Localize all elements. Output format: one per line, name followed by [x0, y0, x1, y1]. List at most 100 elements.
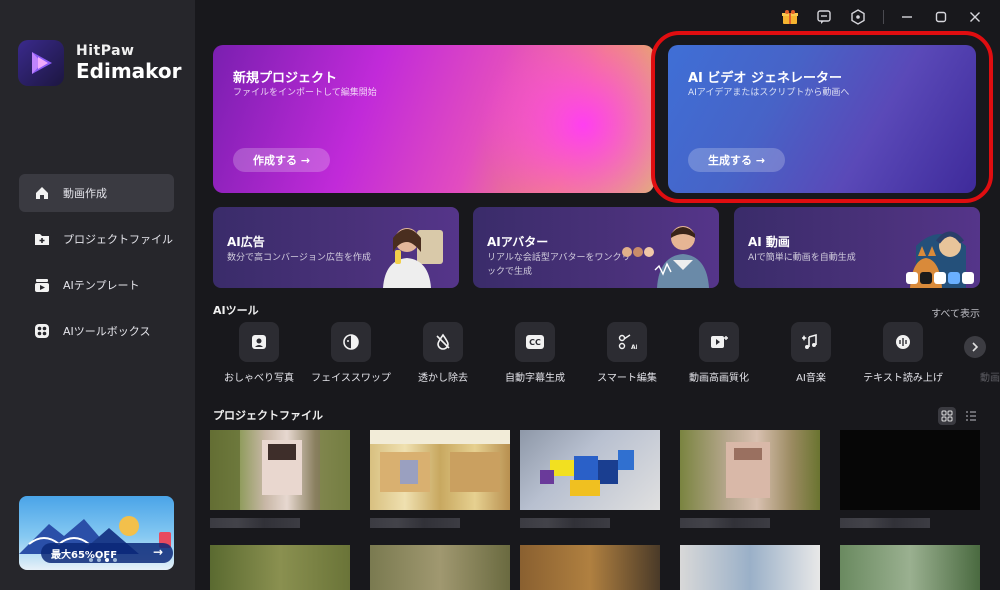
sidebar-item-ai-templates[interactable]: AIテンプレート: [19, 266, 174, 304]
tool-label: フェイススワップ: [311, 373, 391, 384]
sidebar-nav: 動画作成 プロジェクトファイル AIテンプレート AIツールボックス: [19, 174, 174, 358]
ai-avatar-subtitle: リアルな会話型アバターをワンクリックで生成: [487, 253, 631, 277]
thumbnail-image-icon: [210, 430, 350, 510]
ai-avatar-card[interactable]: AIアバター リアルな会話型アバターをワンクリックで生成: [473, 207, 719, 288]
highlight-ring: [651, 31, 993, 203]
ai-video-feature-title: AI 動画: [748, 235, 790, 249]
project-files-title: プロジェクトファイル: [213, 409, 323, 422]
brand-top: HitPaw: [76, 43, 135, 60]
folder-icon: [35, 234, 49, 245]
watermark-remove-icon: [423, 322, 463, 362]
video-enhance-icon: [699, 322, 739, 362]
app-logo: HitPaw Edimakor: [18, 40, 182, 86]
tool-talking-photo[interactable]: おしゃべり写真: [213, 322, 305, 385]
ai-video-card[interactable]: AI 動画 AIで簡単に動画を自動生成: [734, 207, 980, 288]
svg-text:AI: AI: [631, 344, 637, 351]
project-name-placeholder: [680, 518, 770, 528]
feedback-icon[interactable]: [813, 6, 835, 28]
text-to-speech-icon: [883, 322, 923, 362]
tool-label: テキスト読み上げ: [863, 373, 943, 384]
pager-dot[interactable]: [113, 558, 117, 562]
woman-portrait-icon: [383, 228, 443, 288]
sidebar: HitPaw Edimakor 動画作成 プロジェクトファイル AIテンプレート…: [0, 0, 195, 590]
sidebar-item-label: AIツールボックス: [63, 325, 151, 338]
tool-auto-subtitle[interactable]: CC 自動字幕生成: [489, 322, 581, 385]
project-name-placeholder: [210, 518, 300, 528]
sidebar-item-create-video[interactable]: 動画作成: [19, 174, 174, 212]
ai-video-feature-subtitle: AIで簡単に動画を自動生成: [748, 253, 856, 263]
project-thumbnail[interactable]: [520, 545, 660, 590]
ai-tools-title: AIツール: [213, 304, 259, 317]
tool-label: 動画画: [980, 373, 1000, 384]
sidebar-item-project-files[interactable]: プロジェクトファイル: [19, 220, 174, 258]
project-thumbnail[interactable]: [840, 430, 980, 510]
new-project-card[interactable]: 新規プロジェクト ファイルをインポートして編集開始 作成する →: [213, 45, 654, 193]
new-project-title: 新規プロジェクト: [233, 71, 338, 86]
view-toggle: [938, 407, 980, 425]
tool-watermark-remove[interactable]: 透かし除去: [397, 322, 489, 385]
project-name-placeholder: [520, 518, 610, 528]
tool-text-to-speech[interactable]: テキスト読み上げ: [857, 322, 949, 385]
svg-text:CC: CC: [529, 338, 541, 347]
tool-label: 自動字幕生成: [505, 373, 565, 384]
tool-label: 動画高画質化: [689, 373, 749, 384]
thumbnail-image-icon: [540, 450, 634, 496]
tools-next-button[interactable]: [964, 336, 986, 358]
tool-label: 透かし除去: [418, 373, 468, 384]
maximize-icon[interactable]: [930, 6, 952, 28]
sidebar-item-ai-toolbox[interactable]: AIツールボックス: [19, 312, 174, 350]
arrow-right-icon: →: [152, 545, 163, 559]
subtitle-cc-icon: CC: [515, 322, 555, 362]
ai-ad-title: AI広告: [227, 235, 265, 249]
toolbox-icon: [35, 324, 49, 338]
brand-bottom: Edimakor: [76, 58, 182, 83]
list-view-icon[interactable]: [962, 407, 980, 425]
ai-ad-card[interactable]: AI広告 数分で高コンバージョン広告を作成: [213, 207, 459, 288]
sidebar-item-label: AIテンプレート: [63, 279, 140, 292]
project-thumbnail[interactable]: [520, 430, 660, 510]
project-thumbnail[interactable]: [210, 430, 350, 510]
settings-icon[interactable]: [847, 6, 869, 28]
tool-video-enhance[interactable]: 動画高画質化: [673, 322, 765, 385]
tool-label: スマート編集: [597, 373, 657, 384]
grid-view-icon[interactable]: [938, 407, 956, 425]
project-name-placeholder: [370, 518, 460, 528]
project-thumbnail[interactable]: [370, 430, 510, 510]
tool-ai-music[interactable]: AI音楽: [765, 322, 857, 385]
minimize-icon[interactable]: [896, 6, 918, 28]
sidebar-item-label: プロジェクトファイル: [63, 233, 173, 246]
tool-smart-edit[interactable]: AI スマート編集: [581, 322, 673, 385]
close-icon[interactable]: [964, 6, 986, 28]
tool-face-swap[interactable]: フェイススワップ: [305, 322, 397, 385]
pager-dot[interactable]: [97, 558, 101, 562]
title-bar: [767, 6, 986, 28]
cat-mona-lisa-icon: [906, 231, 974, 288]
home-icon: [36, 187, 48, 199]
ai-ad-subtitle: 数分で高コンバージョン広告を作成: [227, 253, 371, 263]
tool-label: おしゃべり写真: [224, 373, 294, 384]
gift-icon[interactable]: [779, 6, 801, 28]
talking-photo-icon: [239, 322, 279, 362]
tool-label: AI音楽: [796, 373, 826, 384]
ai-avatar-title: AIアバター: [487, 235, 549, 249]
ai-tools-row: おしゃべり写真 フェイススワップ 透かし除去 CC 自動字幕生成 AI スマート…: [213, 322, 1000, 385]
new-project-subtitle: ファイルをインポートして編集開始: [233, 88, 377, 98]
pager-dot[interactable]: [89, 558, 93, 562]
music-icon: [791, 322, 831, 362]
face-swap-icon: [331, 322, 371, 362]
thumbnail-image-icon: [370, 430, 510, 492]
project-thumbnail[interactable]: [840, 545, 980, 590]
smart-edit-icon: AI: [607, 322, 647, 362]
show-all-link[interactable]: すべて表示: [931, 305, 980, 320]
pager-dot[interactable]: [105, 558, 109, 562]
chevron-right-icon: [972, 342, 979, 352]
project-thumbnail[interactable]: [680, 430, 820, 510]
thumbnail-image-icon: [726, 442, 770, 498]
project-thumbnail[interactable]: [370, 545, 510, 590]
promo-banner[interactable]: 最大65%OFF →: [19, 496, 174, 570]
project-thumbnail[interactable]: [210, 545, 350, 590]
project-thumbnail[interactable]: [680, 545, 820, 590]
template-icon: [35, 279, 49, 292]
titlebar-divider: [883, 10, 884, 24]
create-project-button[interactable]: 作成する →: [233, 148, 331, 172]
